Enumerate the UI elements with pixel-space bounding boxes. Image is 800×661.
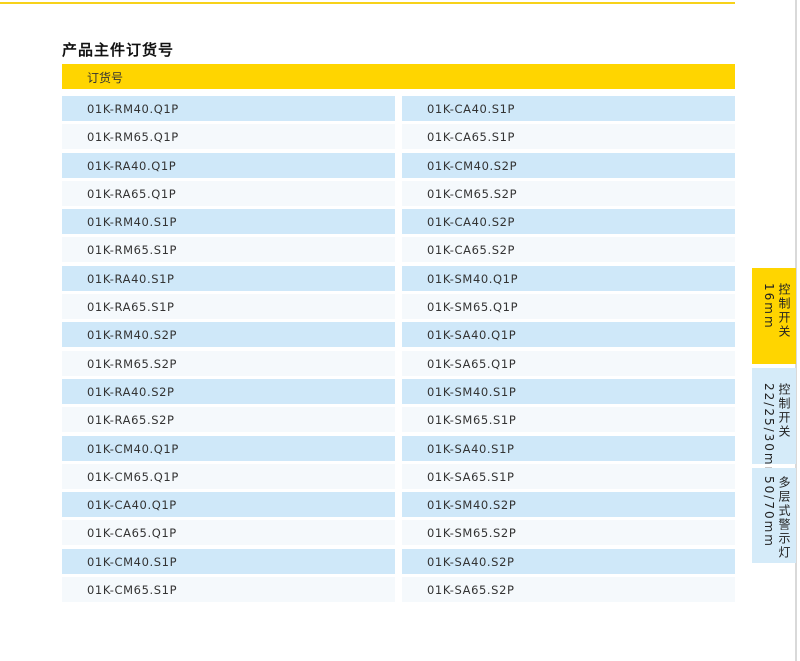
- table-row: 01K-CA40.Q1P: [62, 492, 395, 518]
- table-row: 01K-RA40.S1P: [62, 265, 395, 291]
- table-row: 01K-SA65.S2P: [402, 577, 735, 603]
- table-row: 01K-CM65.Q1P: [62, 463, 395, 489]
- table-row: 01K-CA65.S2P: [402, 237, 735, 263]
- table-row: 01K-SM40.S1P: [402, 378, 735, 404]
- table-row: 01K-SM40.S2P: [402, 492, 735, 518]
- table-row: 01K-SM65.S1P: [402, 407, 735, 433]
- order-code: 01K-CM40.S1P: [87, 554, 178, 569]
- order-code: 01K-SM65.Q1P: [427, 300, 519, 315]
- order-code: 01K-SA40.Q1P: [427, 328, 517, 343]
- order-code: 01K-CA65.Q1P: [87, 526, 177, 541]
- table-row: 01K-SM65.Q1P: [402, 294, 735, 320]
- order-code: 01K-SA40.S1P: [427, 441, 515, 456]
- order-code: 01K-CM65.S2P: [427, 186, 518, 201]
- table-row: 01K-CM65.S1P: [62, 577, 395, 603]
- order-code: 01K-RM65.S1P: [87, 243, 178, 258]
- table-row: 01K-RM65.Q1P: [62, 124, 395, 150]
- table-row: 01K-SA40.S1P: [402, 435, 735, 461]
- table-row: 01K-RM40.S1P: [62, 209, 395, 235]
- order-code: 01K-RA65.S1P: [87, 300, 175, 315]
- order-code: 01K-RM40.S1P: [87, 215, 178, 230]
- table-row: 01K-RA65.Q1P: [62, 180, 395, 206]
- table-row: 01K-SM40.Q1P: [402, 265, 735, 291]
- order-code: 01K-RM40.Q1P: [87, 102, 179, 116]
- order-code: 01K-SM65.S1P: [427, 413, 517, 428]
- tab-label: 多层式警示灯: [777, 476, 791, 560]
- order-code: 01K-RA40.S1P: [87, 271, 175, 286]
- order-code: 01K-SA40.S2P: [427, 554, 515, 569]
- table-row: 01K-CM40.S2P: [402, 152, 735, 178]
- order-code: 01K-RA40.Q1P: [87, 158, 177, 173]
- table-row: 01K-RM40.S2P: [62, 322, 395, 348]
- header-label: 订货号: [87, 71, 124, 85]
- table-row: 01K-RM65.S1P: [62, 237, 395, 263]
- table-row: 01K-CM65.S2P: [402, 180, 735, 206]
- page-title: 产品主件订货号: [62, 41, 175, 59]
- order-codes-right-column: 01K-CA40.S1P 01K-CA65.S1P 01K-CM40.S2P 01K-…: [402, 96, 735, 605]
- tab-label: 控制开关: [777, 283, 791, 339]
- table-row: 01K-SM65.S2P: [402, 520, 735, 546]
- table-row: 01K-RA40.S2P: [62, 378, 395, 404]
- tab-size: 22/25/30mm: [762, 383, 776, 481]
- top-rule: [0, 2, 735, 4]
- table-row: 01K-RA65.S1P: [62, 294, 395, 320]
- order-number-header: 订货号: [62, 64, 735, 89]
- table-row: 01K-CA40.S1P: [402, 96, 735, 121]
- order-code: 01K-SA65.S1P: [427, 469, 515, 484]
- order-code: 01K-CM65.Q1P: [87, 469, 179, 484]
- tab-label: 控制开关: [777, 383, 791, 439]
- order-code: 01K-SM40.S1P: [427, 384, 517, 399]
- order-code: 01K-SM40.Q1P: [427, 271, 519, 286]
- order-code: 01K-RM65.S2P: [87, 356, 178, 371]
- order-code: 01K-CM65.S1P: [87, 583, 178, 598]
- table-row: 01K-SA40.S2P: [402, 548, 735, 574]
- order-code: 01K-CA40.S1P: [427, 102, 516, 116]
- order-code: 01K-RM40.S2P: [87, 328, 178, 343]
- order-code: 01K-CA65.S2P: [427, 243, 516, 258]
- order-code: 01K-CA40.Q1P: [87, 498, 177, 513]
- table-row: 01K-CA65.S1P: [402, 124, 735, 150]
- order-code: 01K-CM40.Q1P: [87, 441, 179, 456]
- table-row: 01K-CA40.S2P: [402, 209, 735, 235]
- tab-control-switch-16mm[interactable]: 控制开关 16mm: [752, 268, 796, 364]
- order-code: 01K-CM40.S2P: [427, 158, 518, 173]
- order-code: 01K-CA65.S1P: [427, 130, 516, 145]
- order-code: 01K-RA40.S2P: [87, 384, 175, 399]
- table-row: 01K-RM40.Q1P: [62, 96, 395, 121]
- order-codes-left-column: 01K-RM40.Q1P 01K-RM65.Q1P 01K-RA40.Q1P 01K-…: [62, 96, 395, 605]
- order-code: 01K-RM65.Q1P: [87, 130, 179, 145]
- order-code: 01K-SA65.S2P: [427, 583, 515, 598]
- table-row: 01K-RA65.S2P: [62, 407, 395, 433]
- order-code: 01K-SM40.S2P: [427, 498, 517, 513]
- tab-size: 50/70mm: [762, 476, 776, 548]
- order-code: 01K-RA65.Q1P: [87, 186, 177, 201]
- order-code: 01K-SM65.S2P: [427, 526, 517, 541]
- tab-size: 16mm: [762, 283, 776, 330]
- table-row: 01K-SA40.Q1P: [402, 322, 735, 348]
- table-row: 01K-RM65.S2P: [62, 350, 395, 376]
- tab-stack-light-50-70mm[interactable]: 多层式警示灯 50/70mm: [752, 468, 796, 563]
- order-code: 01K-RA65.S2P: [87, 413, 175, 428]
- table-row: 01K-SA65.S1P: [402, 463, 735, 489]
- table-row: 01K-SA65.Q1P: [402, 350, 735, 376]
- order-code: 01K-SA65.Q1P: [427, 356, 517, 371]
- table-row: 01K-CA65.Q1P: [62, 520, 395, 546]
- table-row: 01K-RA40.Q1P: [62, 152, 395, 178]
- table-row: 01K-CM40.S1P: [62, 548, 395, 574]
- table-row: 01K-CM40.Q1P: [62, 435, 395, 461]
- tab-control-switch-22-25-30mm[interactable]: 控制开关 22/25/30mm: [752, 368, 796, 480]
- order-code: 01K-CA40.S2P: [427, 215, 516, 230]
